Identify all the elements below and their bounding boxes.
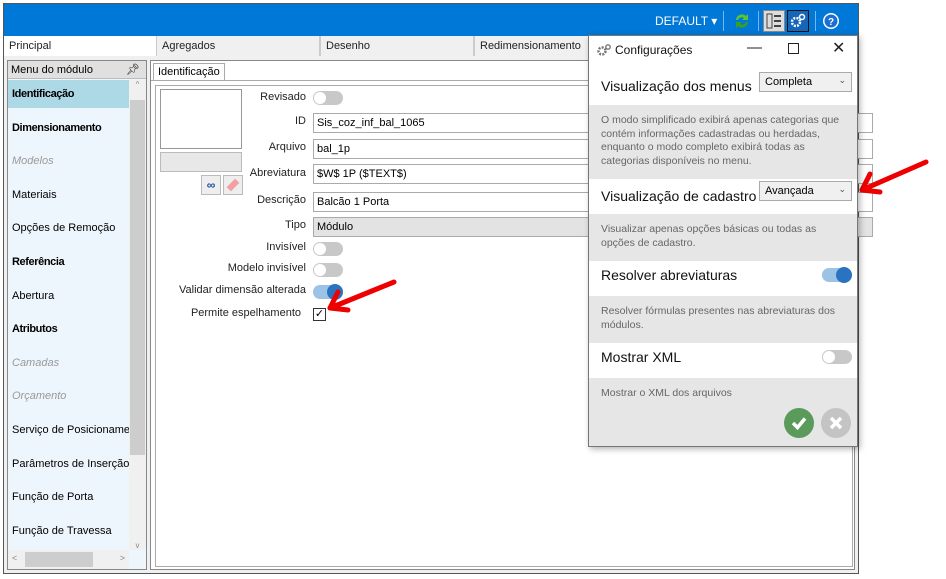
sidebar-item[interactable]: Parâmetros de Inserção [8, 450, 129, 478]
chevron-down-icon: ⌄ [838, 184, 846, 194]
settings-icon[interactable] [787, 10, 809, 32]
xml-row: Mostrar XML [589, 343, 857, 378]
descricao-label: Descrição [257, 194, 306, 206]
tab-agregados[interactable]: Agregados [156, 36, 320, 56]
modelo-invisivel-label: Modelo invisível [227, 262, 306, 274]
chevron-down-icon: ⌄ [838, 75, 846, 85]
tab-principal[interactable]: Principal [4, 36, 156, 56]
abreviatura-label: Abreviatura [249, 167, 306, 179]
sidebar-item[interactable]: Atributos [8, 315, 129, 343]
sidebar-item[interactable]: Referência [8, 248, 129, 276]
refresh-icon[interactable] [731, 10, 753, 32]
invisivel-toggle[interactable] [313, 242, 343, 256]
settings-dialog: Configurações — ✕ Visualização dos menus… [588, 35, 858, 447]
settings-icon [596, 43, 612, 60]
tipo-label: Tipo [285, 219, 306, 231]
menus-value: Completa [765, 76, 813, 88]
scroll-thumb[interactable] [25, 552, 93, 567]
xml-label: Mostrar XML [601, 349, 682, 365]
module-menu-header: Menu do módulo 📌︎ [8, 61, 146, 79]
divider [815, 11, 816, 31]
revisado-toggle[interactable] [313, 91, 343, 105]
cadastro-description: Visualizar apenas opções básicas ou toda… [589, 214, 857, 261]
sidebar-item[interactable]: Opções de Remoção [8, 214, 129, 242]
profile-dropdown[interactable]: DEFAULT ▾ [655, 14, 717, 28]
module-menu: Menu do módulo 📌︎ Identificação Dimensiona… [7, 60, 147, 570]
sidebar-item[interactable]: Camadas [8, 349, 129, 377]
help-icon[interactable]: ? [820, 10, 842, 32]
horizontal-scrollbar[interactable]: < > [8, 550, 129, 569]
validar-label: Validar dimensão alterada [179, 284, 306, 296]
sidebar-item[interactable]: Modelos [8, 147, 129, 175]
search-image-button[interactable]: ∞ [201, 175, 221, 195]
menus-description: O modo simplificado exibirá apenas categ… [589, 105, 857, 179]
close-icon [829, 416, 843, 430]
tab-identificacao[interactable]: Identificação [153, 63, 225, 81]
divider [758, 11, 759, 31]
menus-select[interactable]: Completa ⌄ [759, 72, 852, 92]
tab-redimensionamento[interactable]: Redimensionamento [474, 36, 594, 56]
xml-description-text: Mostrar o XML dos arquivos [601, 387, 732, 399]
cadastro-select[interactable]: Avançada ⌄ [759, 181, 852, 201]
dialog-title: Configurações [615, 43, 693, 57]
id-label: ID [295, 115, 306, 127]
abreviaturas-description: Resolver fórmulas presentes nas abreviat… [589, 296, 857, 343]
eraser-icon [226, 178, 240, 192]
layout-icon[interactable] [763, 10, 785, 32]
xml-toggle[interactable] [822, 350, 852, 364]
sidebar-item[interactable]: Dimensionamento [8, 114, 129, 142]
pin-icon[interactable]: 📌︎ [126, 63, 140, 76]
abreviaturas-row: Resolver abreviaturas [589, 261, 857, 296]
invisivel-label: Invisível [266, 241, 306, 253]
abreviaturas-label: Resolver abreviaturas [601, 267, 738, 283]
espelhamento-label: Permite espelhamento [190, 307, 301, 319]
arquivo-label: Arquivo [268, 141, 306, 153]
close-button[interactable]: ✕ [832, 38, 845, 58]
confirm-button[interactable] [784, 408, 814, 438]
check-icon [791, 417, 807, 431]
menus-row: Visualização dos menus Completa ⌄ [589, 68, 857, 105]
profile-label: DEFAULT [655, 14, 708, 28]
scroll-thumb[interactable] [130, 100, 145, 455]
menus-label: Visualização dos menus [601, 78, 752, 94]
vertical-scrollbar[interactable]: ^ v [129, 80, 146, 550]
cadastro-row: Visualização de cadastro Avançada ⌄ [589, 179, 857, 214]
cancel-button[interactable] [821, 408, 851, 438]
top-toolbar: DEFAULT ▾ ? [4, 4, 858, 36]
divider [723, 11, 724, 31]
image-preview[interactable] [160, 89, 242, 149]
sidebar-item[interactable]: Orçamento [8, 382, 129, 410]
cadastro-label: Visualização de cadastro [601, 188, 757, 204]
annotation-arrow-icon [859, 159, 929, 195]
revisado-label: Revisado [260, 91, 306, 103]
maximize-button[interactable] [788, 43, 799, 54]
sidebar-item[interactable]: Função de Porta [8, 483, 129, 511]
cadastro-value: Avançada [765, 185, 814, 197]
module-menu-title: Menu do módulo [11, 64, 93, 76]
tab-desenho[interactable]: Desenho [320, 36, 474, 56]
binoculars-icon: ∞ [206, 178, 216, 192]
annotation-arrow-icon [327, 279, 397, 313]
svg-text:?: ? [828, 17, 834, 28]
xml-description: Mostrar o XML dos arquivos [589, 378, 857, 446]
sidebar-item[interactable]: Função de Travessa [8, 517, 129, 545]
minimize-button[interactable]: — [747, 39, 762, 56]
sidebar-item[interactable]: Abertura [8, 282, 129, 310]
modelo-invisivel-toggle[interactable] [313, 263, 343, 277]
image-name-bar [160, 152, 242, 172]
sidebar-item[interactable]: Materiais [8, 181, 129, 209]
sidebar-item[interactable]: Serviço de Posicionamento [8, 416, 129, 444]
sidebar-item[interactable]: Identificação [8, 80, 129, 108]
abreviaturas-toggle[interactable] [822, 267, 852, 283]
clear-image-button[interactable] [223, 175, 243, 195]
